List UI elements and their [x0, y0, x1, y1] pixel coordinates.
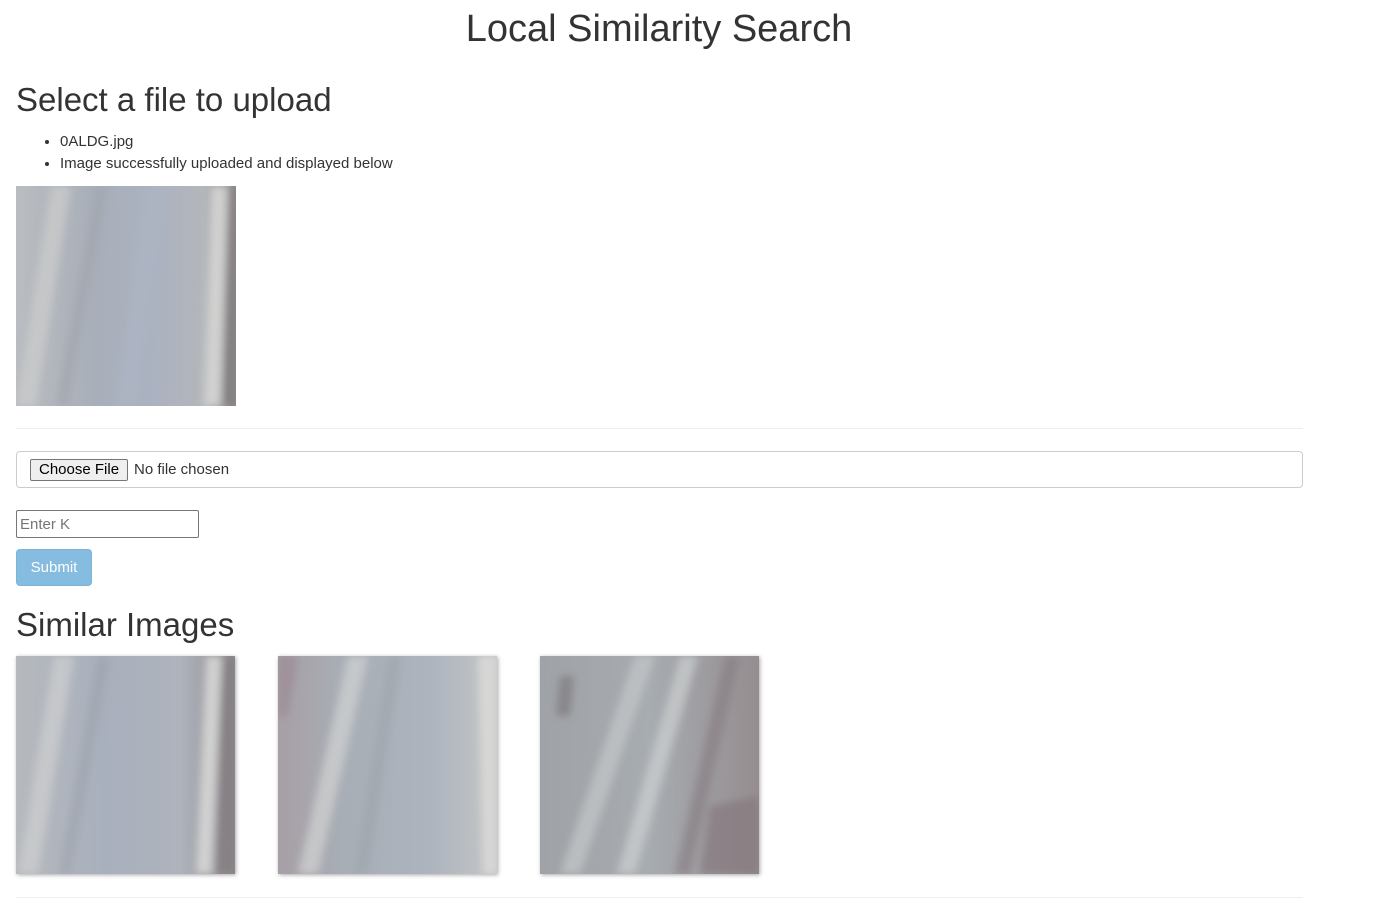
- uploaded-image: [16, 186, 236, 406]
- similar-image-1[interactable]: [16, 656, 235, 874]
- bottom-divider: [16, 897, 1303, 898]
- page-title: Local Similarity Search: [465, 8, 853, 50]
- file-status-text: No file chosen: [134, 461, 230, 478]
- similar-images-heading: Similar Images: [16, 606, 235, 643]
- uploaded-filename: 0ALDG.jpg: [60, 131, 393, 153]
- similar-image-3[interactable]: [540, 656, 759, 874]
- submit-button[interactable]: Submit: [16, 549, 92, 586]
- upload-heading: Select a file to upload: [16, 81, 332, 118]
- file-input[interactable]: Choose File No file chosen: [16, 451, 1303, 488]
- k-input[interactable]: [16, 510, 199, 538]
- section-divider: [16, 428, 1303, 429]
- upload-success-message: Image successfully uploaded and displaye…: [60, 153, 393, 175]
- choose-file-button[interactable]: Choose File: [30, 459, 129, 481]
- similar-image-2[interactable]: [278, 656, 497, 874]
- upload-messages: 0ALDG.jpg Image successfully uploaded an…: [16, 131, 393, 175]
